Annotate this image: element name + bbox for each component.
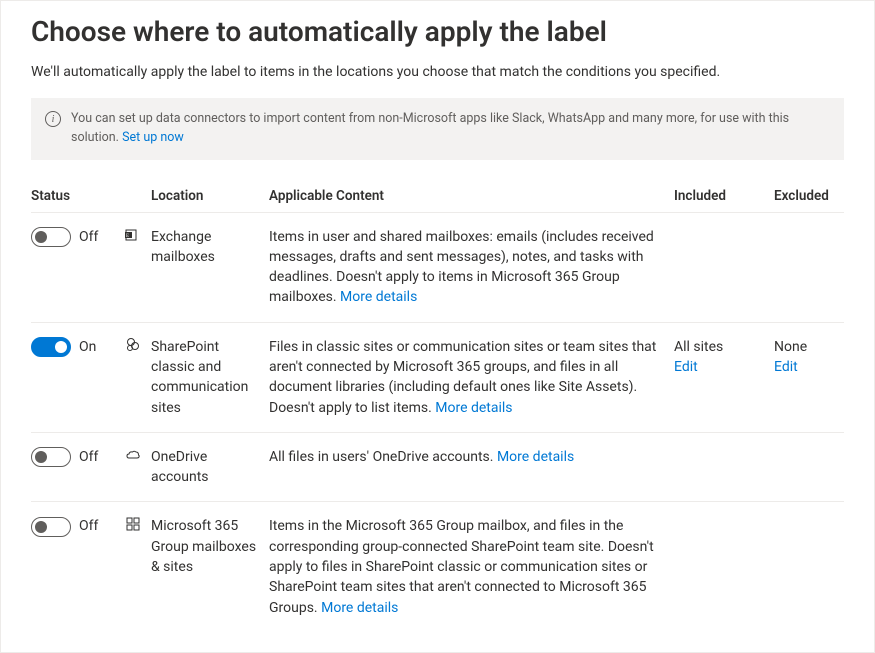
excluded-cell [774,502,844,632]
location-name: SharePoint classic and communication sit… [151,322,269,432]
edit-excluded-link[interactable]: Edit [774,357,798,377]
header-icon-spacer [125,180,151,213]
setup-now-link[interactable]: Set up now [122,130,184,145]
applicable-content: All files in users' OneDrive accounts. M… [269,432,674,502]
toggle-exchange[interactable] [31,227,71,247]
table-row: Off Microsoft 365 Group mailboxes & site… [31,502,844,632]
status-label: Off [79,516,98,536]
location-name: OneDrive accounts [151,432,269,502]
info-text-container: You can set up data connectors to import… [71,110,830,148]
table-row: Off OneDrive accounts All files in users… [31,432,844,502]
locations-table: Status Location Applicable Content Inclu… [31,180,844,632]
info-icon: i [45,111,61,127]
included-cell [674,432,774,502]
applicable-content: Items in user and shared mailboxes: emai… [269,212,674,322]
locations-page: Choose where to automatically apply the … [0,0,875,653]
info-banner: i You can set up data connectors to impo… [31,98,844,160]
header-location: Location [151,180,269,213]
onedrive-icon [125,447,141,463]
status-label: Off [79,227,98,247]
exchange-icon: E [125,227,141,243]
header-excluded: Excluded [774,180,844,213]
header-content: Applicable Content [269,180,674,213]
applicable-content: Items in the Microsoft 365 Group mailbox… [269,502,674,632]
svg-text:E: E [126,234,129,239]
header-status: Status [31,180,125,213]
excluded-value: None [774,339,807,355]
page-subtitle: We'll automatically apply the label to i… [31,64,844,80]
toggle-onedrive[interactable] [31,447,71,467]
table-row: Off E Exchange mailboxes Items in user a… [31,212,844,322]
edit-included-link[interactable]: Edit [674,357,698,377]
page-title: Choose where to automatically apply the … [31,15,844,48]
excluded-cell [774,432,844,502]
included-value: All sites [674,339,723,355]
sharepoint-icon [125,337,141,353]
toggle-m365groups[interactable] [31,517,71,537]
location-name: Microsoft 365 Group mailboxes & sites [151,502,269,632]
applicable-content: Files in classic sites or communication … [269,322,674,432]
excluded-cell [774,212,844,322]
toggle-sharepoint[interactable] [31,337,71,357]
included-cell [674,502,774,632]
table-row: On SharePoint classic and communication … [31,322,844,432]
more-details-link[interactable]: More details [497,449,574,465]
status-label: Off [79,447,98,467]
header-included: Included [674,180,774,213]
location-name: Exchange mailboxes [151,212,269,322]
more-details-link[interactable]: More details [435,400,512,416]
included-cell [674,212,774,322]
status-label: On [79,337,96,357]
more-details-link[interactable]: More details [340,289,417,305]
included-cell: All sites Edit [674,322,774,432]
excluded-cell: None Edit [774,322,844,432]
more-details-link[interactable]: More details [321,600,398,616]
m365-groups-icon [125,516,141,532]
